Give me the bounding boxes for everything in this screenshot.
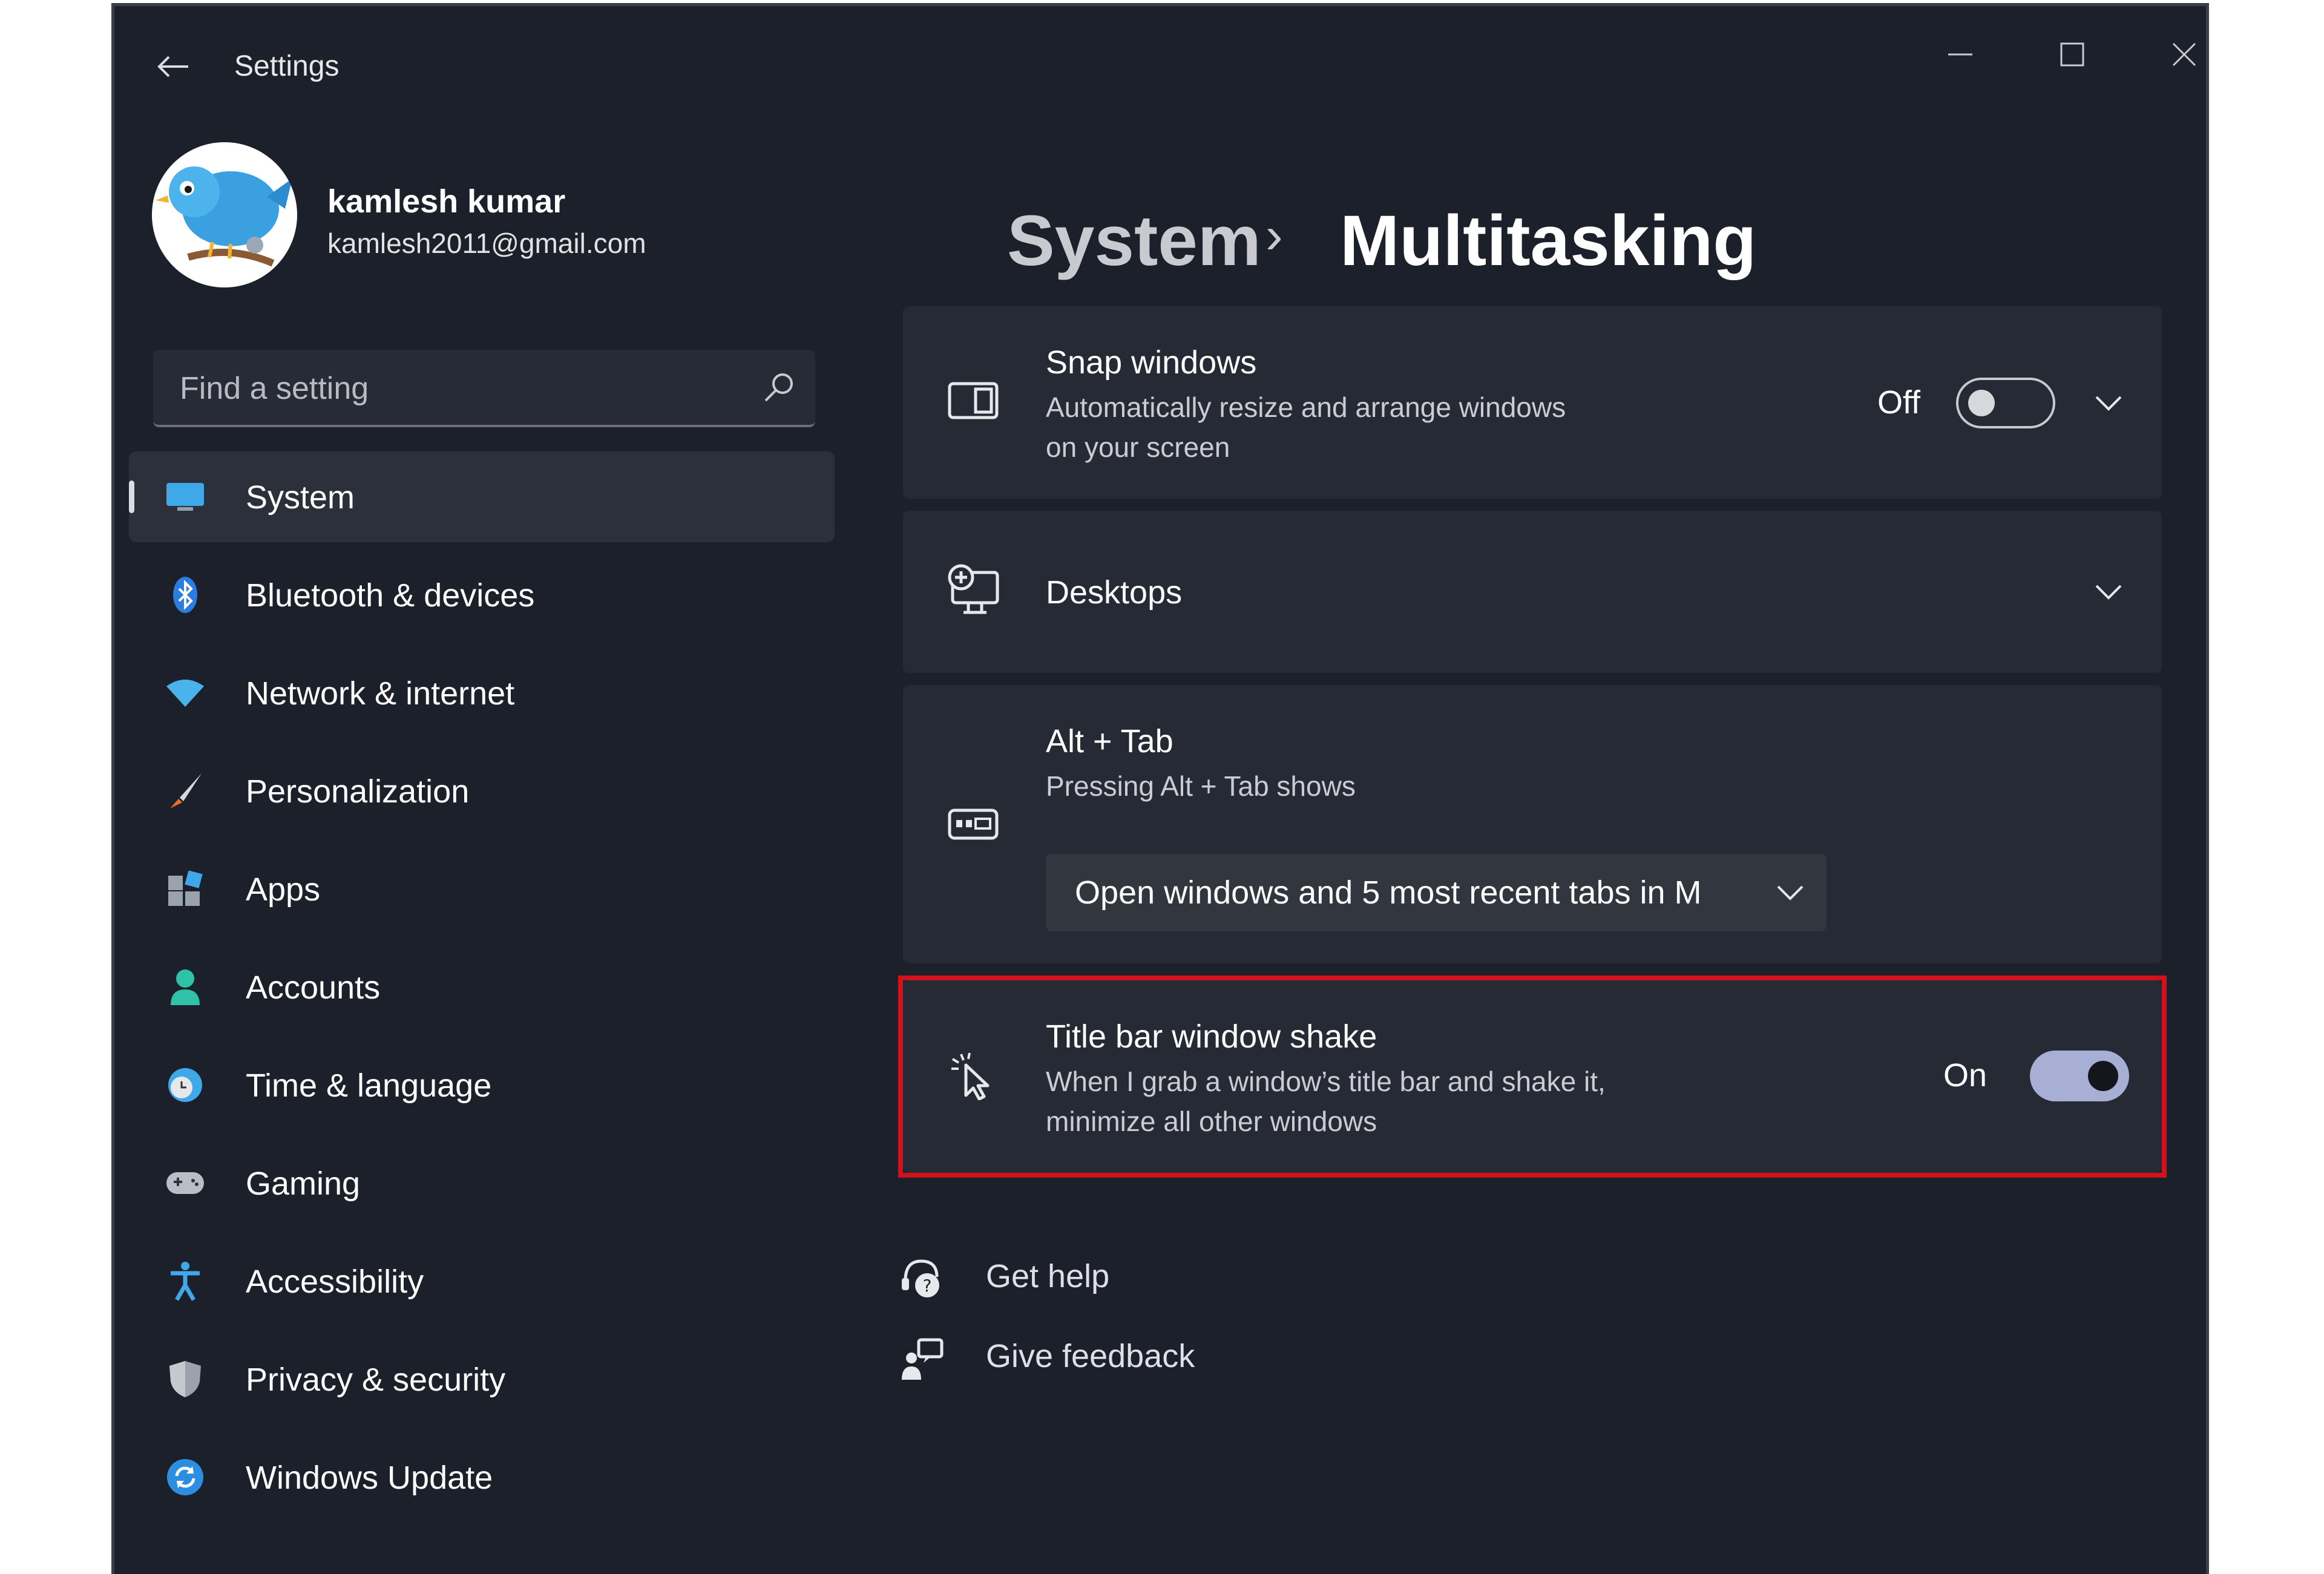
svg-text:?: ? — [923, 1276, 932, 1296]
sidebar-item-windows-update[interactable]: Windows Update — [129, 1432, 835, 1523]
sidebar-item-personalization[interactable]: Personalization — [129, 746, 835, 836]
toggle-knob — [1968, 390, 1995, 416]
bird-avatar — [156, 166, 292, 267]
wifi-icon — [165, 673, 205, 713]
sidebar-item-apps[interactable]: Apps — [129, 844, 835, 934]
sidebar-item-label: Gaming — [246, 1166, 361, 1202]
bluetooth-icon — [165, 575, 205, 615]
user-email: kamlesh2011@gmail.com — [327, 228, 646, 259]
alt-tab-dropdown[interactable]: Open windows and 5 most recent tabs in M — [1046, 854, 1827, 931]
page-title: Multitasking — [1340, 201, 1757, 281]
sidebar-item-label: System — [246, 479, 355, 516]
breadcrumb-separator: › — [1265, 206, 1283, 264]
highlight-box — [898, 976, 2167, 1178]
alt-tab-card: Alt + Tab Pressing Alt + Tab shows Open … — [903, 685, 2162, 963]
give-feedback-icon — [898, 1335, 947, 1383]
shield-icon — [165, 1359, 205, 1399]
chevron-down-icon — [2095, 396, 2122, 411]
sidebar-item-privacy[interactable]: Privacy & security — [129, 1334, 835, 1425]
sidebar-item-time-language[interactable]: Time & language — [129, 1040, 835, 1130]
sidebar-item-gaming[interactable]: Gaming — [129, 1138, 835, 1228]
close-button[interactable] — [2139, 24, 2206, 85]
alt-tab-dropdown-value: Open windows and 5 most recent tabs in M — [1075, 874, 1702, 911]
sidebar-item-label: Bluetooth & devices — [246, 577, 535, 614]
get-help-icon: ? — [898, 1254, 947, 1302]
desktops-card[interactable]: Desktops — [903, 511, 2162, 673]
sidebar-item-label: Network & internet — [246, 675, 515, 712]
back-button[interactable] — [148, 42, 197, 91]
gamepad-icon — [165, 1163, 205, 1203]
maximize-button[interactable] — [2027, 24, 2118, 85]
sidebar-item-label: Time & language — [246, 1067, 492, 1104]
sidebar-item-accounts[interactable]: Accounts — [129, 942, 835, 1032]
apps-icon — [165, 869, 205, 909]
brush-icon — [165, 771, 205, 811]
minimize-button[interactable] — [1915, 24, 2006, 85]
search-icon[interactable] — [761, 369, 797, 405]
back-arrow-icon — [157, 56, 188, 77]
sidebar-item-system[interactable]: System — [129, 451, 835, 542]
snap-toggle-state: Off — [1877, 384, 1921, 421]
alt-tab-title: Alt + Tab — [1046, 723, 1173, 759]
search-placeholder: Find a setting — [180, 371, 369, 406]
settings-window: Settings kamlesh kumar kamlesh2011@gmail… — [111, 3, 2209, 1574]
desktops-title: Desktops — [1046, 574, 1183, 611]
snap-windows-toggle[interactable] — [1956, 378, 2055, 428]
snap-windows-desc-line2: on your screen — [1046, 431, 1230, 463]
app-title: Settings — [234, 50, 340, 82]
accessibility-icon — [165, 1261, 205, 1301]
sidebar-item-label: Accessibility — [246, 1264, 424, 1300]
sidebar-item-label: Personalization — [246, 773, 470, 810]
snap-windows-card[interactable]: Snap windows Automatically resize and ar… — [903, 306, 2162, 499]
system-display-icon — [165, 477, 205, 517]
give-feedback-link[interactable]: Give feedback — [986, 1337, 1195, 1375]
user-name: kamlesh kumar — [327, 183, 566, 220]
snap-layout-icon — [945, 373, 1001, 428]
sidebar-item-label: Accounts — [246, 969, 381, 1006]
sidebar-item-bluetooth[interactable]: Bluetooth & devices — [129, 549, 835, 640]
sidebar-item-label: Privacy & security — [246, 1362, 506, 1398]
chevron-down-icon — [2095, 585, 2122, 600]
get-help-link[interactable]: Get help — [986, 1258, 1109, 1295]
snap-windows-desc-line1: Automatically resize and arrange windows — [1046, 392, 1566, 423]
desktops-icon — [945, 563, 1001, 618]
breadcrumb-parent[interactable]: System — [1007, 200, 1261, 282]
clock-globe-icon — [165, 1065, 205, 1105]
avatar[interactable] — [152, 142, 297, 287]
chevron-down-icon — [1777, 885, 1804, 900]
sidebar-item-label: Apps — [246, 871, 321, 908]
selected-indicator — [129, 480, 134, 513]
alt-tab-icon — [945, 796, 1001, 852]
snap-expand-button[interactable] — [2084, 379, 2133, 427]
desktops-expand-button[interactable] — [2084, 568, 2133, 616]
snap-windows-title: Snap windows — [1046, 344, 1257, 381]
search-input[interactable]: Find a setting — [153, 350, 815, 427]
sidebar-item-label: Windows Update — [246, 1460, 493, 1496]
sidebar-item-accessibility[interactable]: Accessibility — [129, 1236, 835, 1326]
close-icon — [2172, 42, 2196, 67]
account-icon — [165, 967, 205, 1007]
dropdown-chevron — [1766, 868, 1814, 917]
update-icon — [165, 1457, 205, 1497]
sidebar-item-network[interactable]: Network & internet — [129, 648, 835, 738]
minimize-icon — [1948, 53, 1972, 56]
maximize-icon — [2060, 42, 2084, 67]
alt-tab-desc: Pressing Alt + Tab shows — [1046, 770, 1356, 802]
